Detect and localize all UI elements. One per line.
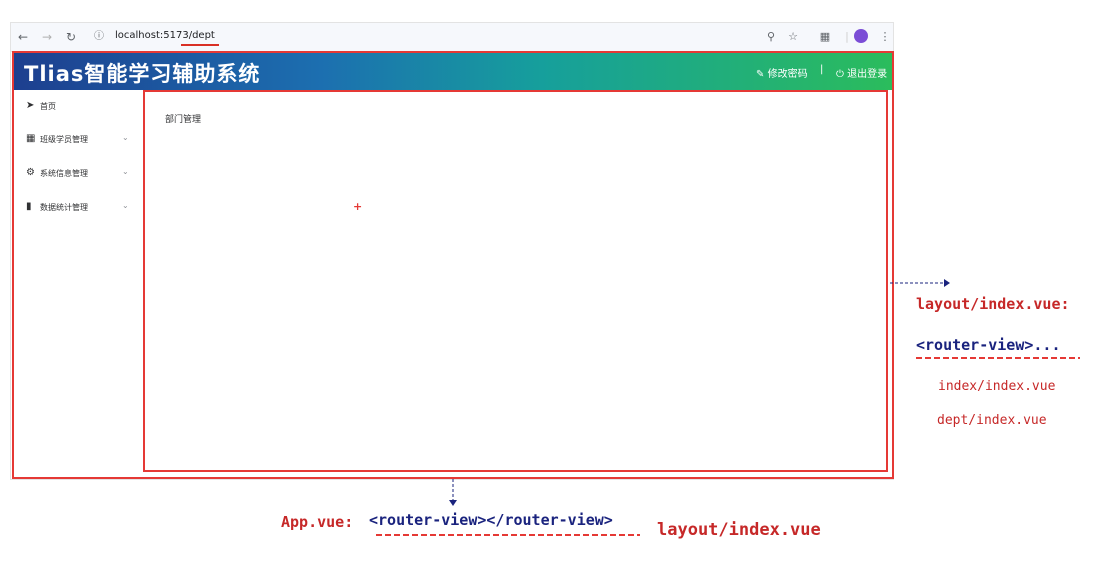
toolbar-divider: | xyxy=(845,30,849,43)
grid-icon: ▦ xyxy=(26,133,36,144)
app-router-view-code: <router-view></router-view> xyxy=(369,511,613,529)
app-logo: Tlias智能学习辅助系统 xyxy=(24,62,261,86)
page-title: 部门管理 xyxy=(165,115,202,125)
bar-chart-icon: ▮ xyxy=(26,201,32,212)
cursor-marker: + xyxy=(353,200,363,213)
right-annotation-arrow xyxy=(890,279,950,287)
site-info-icon[interactable]: ⓘ xyxy=(91,29,107,45)
paper-plane-icon: ➤ xyxy=(26,100,35,111)
back-arrow-icon[interactable]: ← xyxy=(15,29,31,45)
app-header: Tlias智能学习辅助系统 ✎ 修改密码 | ⏻ 退出登录 xyxy=(14,53,892,90)
sidebar-item-class-students[interactable]: ▦ 班级学员管理 ⌄ xyxy=(14,131,142,151)
chevron-down-icon: ⌄ xyxy=(122,201,129,210)
app-vue-label: App.vue: xyxy=(281,513,354,531)
reload-icon[interactable]: ↻ xyxy=(63,29,79,45)
star-icon[interactable]: ☆ xyxy=(785,29,801,45)
gear-icon: ⚙ xyxy=(26,167,35,178)
router-view-dashed-underline xyxy=(916,357,1080,359)
app-router-view-dashed-underline xyxy=(376,534,640,536)
logout-label: 退出登录 xyxy=(847,69,888,80)
edit-icon: ✎ xyxy=(756,69,765,80)
route-index-file: index/index.vue xyxy=(938,379,1056,394)
address-bar[interactable]: localhost:5173/dept xyxy=(115,30,215,41)
sidebar-item-label: 班级学员管理 xyxy=(40,135,88,144)
power-icon: ⏻ xyxy=(836,69,844,80)
forward-arrow-icon[interactable]: → xyxy=(39,29,55,45)
header-separator: | xyxy=(820,64,824,75)
sidebar-item-system-info[interactable]: ⚙ 系统信息管理 ⌄ xyxy=(14,165,142,185)
more-menu-icon[interactable]: ⋮ xyxy=(877,29,893,45)
sidebar-menu: ➤ 首页 ▦ 班级学员管理 ⌄ ⚙ 系统信息管理 ⌄ ▮ 数据统计管理 ⌄ xyxy=(14,90,142,476)
url-underline-mark xyxy=(181,44,219,46)
browser-toolbar: ← → ↻ ⓘ localhost:5173/dept ⚲ ☆ ▦ | ⋮ xyxy=(11,23,893,52)
change-password-label: 修改密码 xyxy=(767,69,808,80)
sidebar-item-home[interactable]: ➤ 首页 xyxy=(14,98,142,118)
layout-target-label: layout/index.vue xyxy=(657,520,821,540)
sidebar-item-label: 数据统计管理 xyxy=(40,203,88,212)
zoom-icon[interactable]: ⚲ xyxy=(763,29,779,45)
layout-annotation-heading: layout/index.vue: xyxy=(916,295,1070,313)
profile-avatar[interactable] xyxy=(854,29,868,43)
extensions-icon[interactable]: ▦ xyxy=(817,29,833,45)
change-password-link[interactable]: ✎ 修改密码 xyxy=(756,65,808,80)
layout-router-view-code: <router-view>... xyxy=(916,336,1061,354)
bottom-annotation-arrow xyxy=(449,479,457,506)
route-dept-file: dept/index.vue xyxy=(937,413,1047,428)
logout-link[interactable]: ⏻ 退出登录 xyxy=(836,65,887,80)
chevron-down-icon: ⌄ xyxy=(122,133,129,142)
chevron-down-icon: ⌄ xyxy=(122,167,129,176)
sidebar-item-label: 系统信息管理 xyxy=(40,169,88,178)
router-view-content: 部门管理 + xyxy=(143,90,888,472)
sidebar-item-data-stats[interactable]: ▮ 数据统计管理 ⌄ xyxy=(14,199,142,219)
sidebar-item-label: 首页 xyxy=(40,102,56,111)
